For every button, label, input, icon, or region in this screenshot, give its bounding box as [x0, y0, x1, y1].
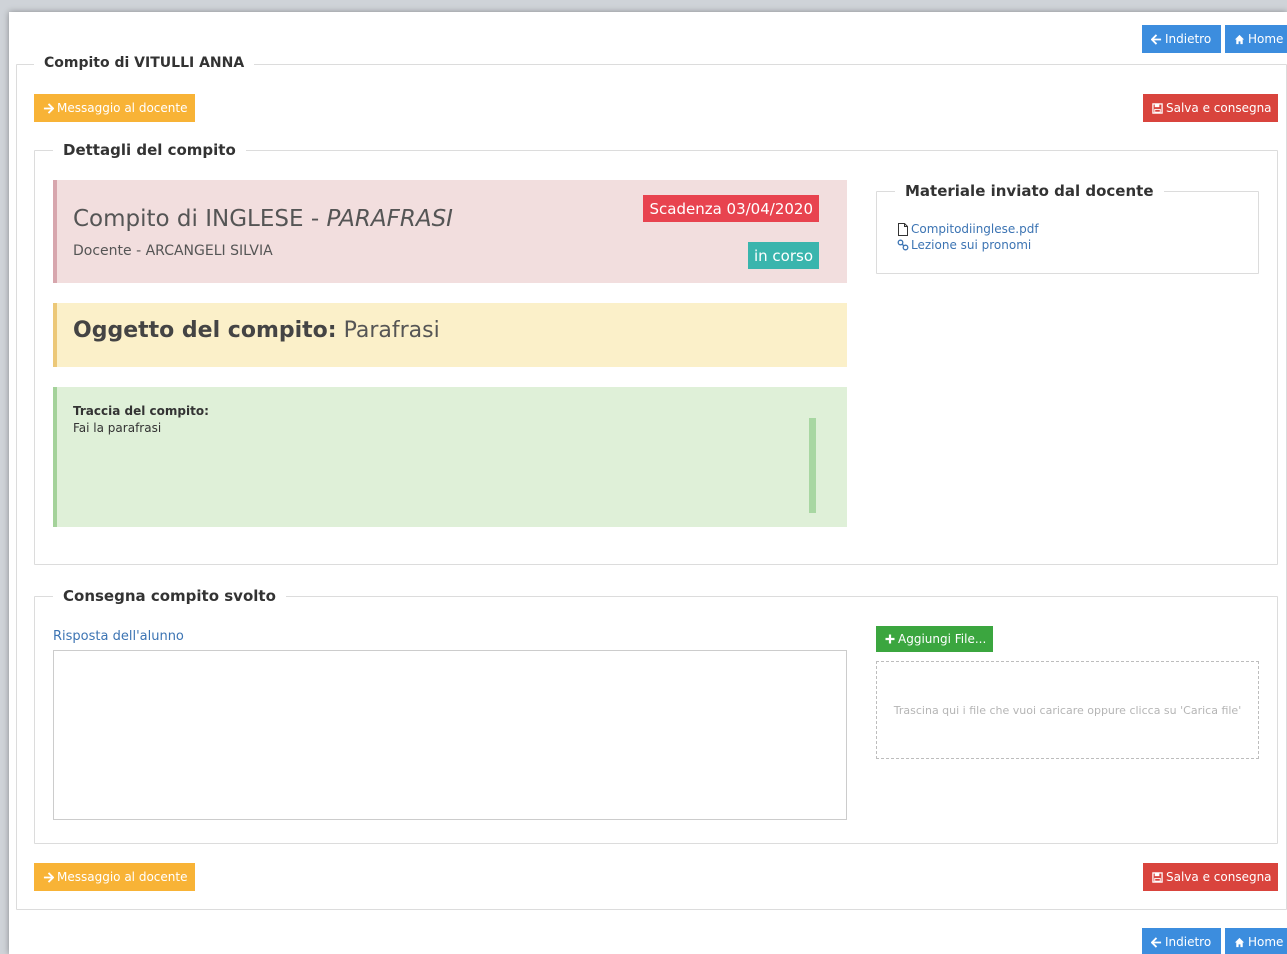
arrow-left-icon	[1151, 936, 1162, 948]
task-object-card: Oggetto del compito: Parafrasi	[53, 303, 847, 367]
task-subject: Compito di INGLESE - PARAFRASI	[73, 206, 453, 232]
home-button-label: Home	[1248, 935, 1284, 949]
save-deliver-button-bottom[interactable]: Salva e consegna	[1143, 863, 1278, 891]
file-dropzone[interactable]: Trascina qui i file che vuoi caricare op…	[876, 661, 1259, 759]
plus-icon	[885, 634, 895, 644]
material-list: Compitodiinglese.pdf Lezione sui pronomi	[897, 222, 1039, 252]
task-object-label: Oggetto del compito:	[73, 318, 337, 343]
save-icon	[1152, 102, 1163, 114]
deadline-badge: Scadenza 03/04/2020	[643, 195, 819, 222]
answer-label: Risposta dell'alunno	[53, 629, 184, 644]
material-link-lesson[interactable]: Lezione sui pronomi	[897, 238, 1039, 252]
home-icon	[1234, 937, 1245, 948]
task-teacher: Docente - ARCANGELI SILVIA	[73, 243, 273, 259]
back-button-label: Indietro	[1165, 32, 1212, 46]
message-teacher-button-top[interactable]: Messaggio al docente	[34, 94, 195, 122]
status-badge: in corso	[747, 242, 819, 269]
message-teacher-label: Messaggio al docente	[57, 101, 188, 115]
file-icon	[897, 222, 909, 236]
task-object: Oggetto del compito: Parafrasi	[73, 318, 440, 343]
trace-scrollbar[interactable]	[809, 418, 816, 513]
material-link-lesson-label: Lezione sui pronomi	[911, 238, 1032, 252]
task-trace-text: Fai la parafrasi	[73, 421, 162, 435]
answer-textarea[interactable]	[53, 650, 847, 820]
details-legend: Dettagli del compito	[53, 141, 246, 159]
save-deliver-label: Salva e consegna	[1166, 101, 1272, 115]
back-button-top[interactable]: Indietro	[1142, 25, 1221, 53]
save-icon	[1152, 871, 1163, 883]
task-subject-prefix: Compito di INGLESE -	[73, 206, 327, 232]
task-trace-label: Traccia del compito:	[73, 404, 209, 418]
message-teacher-button-bottom[interactable]: Messaggio al docente	[34, 863, 195, 891]
home-button-label: Home	[1248, 32, 1284, 46]
add-file-button[interactable]: Aggiungi File...	[876, 626, 993, 652]
task-object-value: Parafrasi	[343, 318, 440, 343]
material-link-pdf[interactable]: Compitodiinglese.pdf	[897, 222, 1039, 236]
task-header-card: Compito di INGLESE - PARAFRASI Docente -…	[53, 180, 847, 283]
material-legend: Materiale inviato dal docente	[895, 182, 1164, 200]
page-title: Compito di VITULLI ANNA	[34, 55, 255, 71]
arrow-right-icon	[43, 102, 54, 114]
home-button-bottom[interactable]: Home	[1225, 928, 1287, 954]
save-deliver-label: Salva e consegna	[1166, 870, 1272, 884]
save-deliver-button-top[interactable]: Salva e consegna	[1143, 94, 1278, 122]
dropzone-text: Trascina qui i file che vuoi caricare op…	[893, 703, 1242, 717]
app-window: Indietro Home Compito di VITULLI ANNA Me…	[9, 12, 1287, 954]
arrow-right-icon	[43, 871, 54, 883]
message-teacher-label: Messaggio al docente	[57, 870, 188, 884]
arrow-left-icon	[1151, 33, 1162, 45]
add-file-label: Aggiungi File...	[898, 632, 987, 646]
task-subject-topic: PARAFRASI	[326, 206, 453, 232]
link-icon	[897, 239, 909, 251]
home-icon	[1234, 34, 1245, 45]
back-button-label: Indietro	[1165, 935, 1212, 949]
material-link-pdf-label: Compitodiinglese.pdf	[911, 222, 1039, 236]
home-button-top[interactable]: Home	[1225, 25, 1287, 53]
back-button-bottom[interactable]: Indietro	[1142, 928, 1221, 954]
delivery-legend: Consegna compito svolto	[53, 587, 286, 605]
task-trace-card: Traccia del compito: Fai la parafrasi	[53, 387, 847, 527]
